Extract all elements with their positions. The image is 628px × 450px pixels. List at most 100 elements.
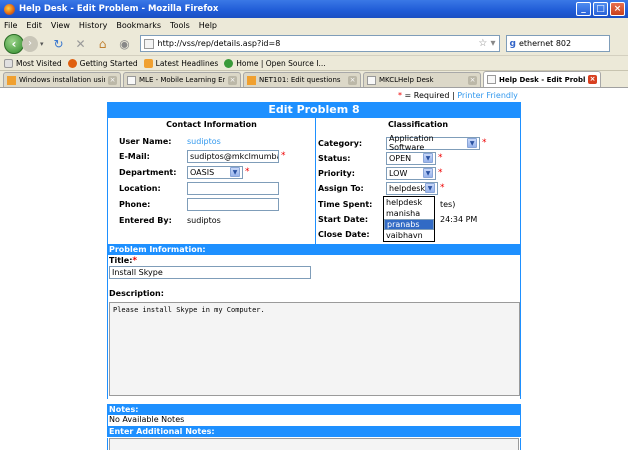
bookmark-star-icon[interactable]: ☆ ▾: [478, 38, 495, 49]
department-label: Department:: [119, 167, 177, 177]
tab-strip: Windows installation using ... × MLE - M…: [0, 71, 628, 88]
user-name-row: User Name: sudiptos: [119, 134, 221, 148]
required-star: *: [440, 183, 445, 193]
menu-edit[interactable]: Edit: [26, 21, 42, 30]
firefox-icon: [4, 3, 15, 15]
problem-information-header: Problem Information:: [107, 244, 521, 255]
back-button[interactable]: ‹: [4, 33, 24, 54]
tab-close-icon[interactable]: ×: [588, 75, 597, 84]
category-label: Category:: [318, 138, 363, 148]
chevron-down-icon[interactable]: ▼: [425, 183, 435, 193]
tab-favicon-icon: [247, 75, 256, 85]
start-date-label: Start Date:: [318, 214, 369, 224]
assign-to-value: helpdesk: [389, 183, 426, 193]
tab-net101[interactable]: NET101: Edit questions ×: [243, 72, 361, 87]
bookmark-most-visited[interactable]: Most Visited: [4, 58, 62, 68]
menu-help[interactable]: Help: [199, 21, 217, 30]
tab-help-desk-edit-problem[interactable]: Help Desk - Edit Problem ×: [483, 71, 601, 87]
assign-option-manisha[interactable]: manisha: [384, 208, 434, 219]
tab-mle[interactable]: MLE - Mobile Learning Engine ×: [123, 72, 241, 87]
tab-windows-installation[interactable]: Windows installation using ... ×: [3, 72, 121, 87]
category-value: Application Software: [389, 134, 434, 152]
assign-to-select[interactable]: helpdesk ▼: [386, 181, 438, 195]
search-box[interactable]: g ethernet 802: [505, 35, 610, 52]
required-star: *: [132, 256, 138, 266]
address-bar[interactable]: http://vss/rep/details.asp?id=8 ☆ ▾: [139, 35, 500, 52]
start-date-value: 24:34 PM: [440, 214, 478, 224]
tab-close-icon[interactable]: ×: [468, 75, 477, 85]
time-spent-label: Time Spent:: [318, 199, 373, 209]
title-field[interactable]: Install Skype: [109, 266, 311, 279]
printer-friendly-link[interactable]: Printer Friendly: [457, 91, 518, 100]
tab-mkcl-help-desk[interactable]: MKCLHelp Desk ×: [363, 72, 481, 87]
tab-favicon-icon: [7, 75, 16, 85]
menu-view[interactable]: View: [51, 21, 70, 30]
page-content: * = Required | Printer Friendly Edit Pro…: [0, 88, 628, 450]
status-select[interactable]: OPEN ▼: [386, 151, 436, 165]
url-text[interactable]: http://vss/rep/details.asp?id=8: [158, 39, 477, 48]
department-select[interactable]: OASIS ▼: [187, 165, 243, 179]
close-window-button[interactable]: ×: [610, 2, 625, 16]
assign-option-vaibhavn[interactable]: vaibhavn: [384, 230, 434, 241]
minimize-button[interactable]: _: [576, 2, 591, 16]
details-grid: Contact Information User Name: sudiptos …: [107, 118, 521, 244]
bookmark-label: Most Visited: [16, 58, 62, 68]
maximize-button[interactable]: □: [593, 2, 608, 16]
bookmark-label: Home | Open Source I...: [236, 58, 326, 68]
chevron-down-icon[interactable]: ▼: [423, 153, 433, 163]
assign-option-helpdesk[interactable]: helpdesk: [384, 197, 434, 208]
tab-favicon-icon: [127, 75, 136, 85]
search-text[interactable]: ethernet 802: [519, 39, 571, 48]
chevron-down-icon[interactable]: ▼: [230, 167, 240, 177]
bookmark-home-open-source[interactable]: Home | Open Source I...: [224, 58, 326, 68]
edit-problem-panel: Edit Problem 8 Contact Information User …: [107, 102, 521, 450]
close-date-label: Close Date:: [318, 229, 370, 239]
required-note: = Required: [404, 91, 450, 100]
tab-close-icon[interactable]: ×: [228, 75, 237, 85]
phone-field[interactable]: [187, 197, 279, 211]
close-date-row: Close Date:: [318, 227, 386, 241]
assign-option-pranabs[interactable]: pranabs: [384, 219, 434, 230]
additional-notes-textarea[interactable]: [109, 438, 519, 450]
required-star: *: [438, 153, 443, 163]
description-label: Description:: [109, 289, 164, 298]
required-star: *: [245, 167, 250, 177]
email-field[interactable]: sudiptos@mkclmumbai: [187, 149, 279, 163]
google-search-icon[interactable]: g: [510, 39, 516, 49]
title-label-text: Title:: [109, 256, 133, 265]
stop-icon[interactable]: ✕: [74, 37, 88, 51]
chevron-down-icon[interactable]: ▼: [467, 138, 477, 148]
user-name-link[interactable]: sudiptos: [187, 137, 221, 146]
department-value: OASIS: [190, 167, 215, 177]
menu-bookmarks[interactable]: Bookmarks: [116, 21, 161, 30]
tab-label: MLE - Mobile Learning Engine: [139, 76, 225, 84]
tab-label: MKCLHelp Desk: [379, 76, 434, 84]
priority-select[interactable]: LOW ▼: [386, 166, 436, 180]
location-field[interactable]: [187, 181, 279, 195]
priority-value: LOW: [389, 168, 408, 178]
navigation-toolbar: ‹ › ▾ ↻ ✕ ⌂ ◉ http://vss/rep/details.asp…: [0, 32, 628, 56]
menu-tools[interactable]: Tools: [170, 21, 190, 30]
additional-notes-area: [107, 438, 521, 450]
menu-history[interactable]: History: [79, 21, 107, 30]
tab-close-icon[interactable]: ×: [108, 75, 117, 85]
user-name-label: User Name:: [119, 136, 172, 146]
rss-feed-icon: [143, 58, 153, 68]
menu-file[interactable]: File: [4, 21, 17, 30]
bookmark-getting-started[interactable]: Getting Started: [67, 58, 138, 68]
description-textarea[interactable]: Please install Skype in my Computer.: [109, 302, 520, 396]
menu-bar: File Edit View History Bookmarks Tools H…: [0, 18, 628, 32]
grey-globe-icon[interactable]: ◉: [118, 37, 132, 51]
chevron-down-icon[interactable]: ▼: [423, 168, 433, 178]
bookmark-latest-headlines[interactable]: Latest Headlines: [143, 58, 218, 68]
phone-row: Phone:: [119, 197, 279, 211]
tab-label: Help Desk - Edit Problem: [499, 75, 585, 84]
home-icon[interactable]: ⌂: [96, 37, 110, 51]
category-select[interactable]: Application Software ▼: [386, 134, 480, 152]
notes-header: Notes:: [107, 404, 521, 415]
tab-close-icon[interactable]: ×: [348, 75, 357, 85]
reload-icon[interactable]: ↻: [52, 37, 66, 51]
forward-button[interactable]: ›: [22, 35, 38, 52]
page-title: Edit Problem 8: [107, 102, 521, 118]
history-dropdown-icon[interactable]: ▾: [40, 40, 44, 48]
